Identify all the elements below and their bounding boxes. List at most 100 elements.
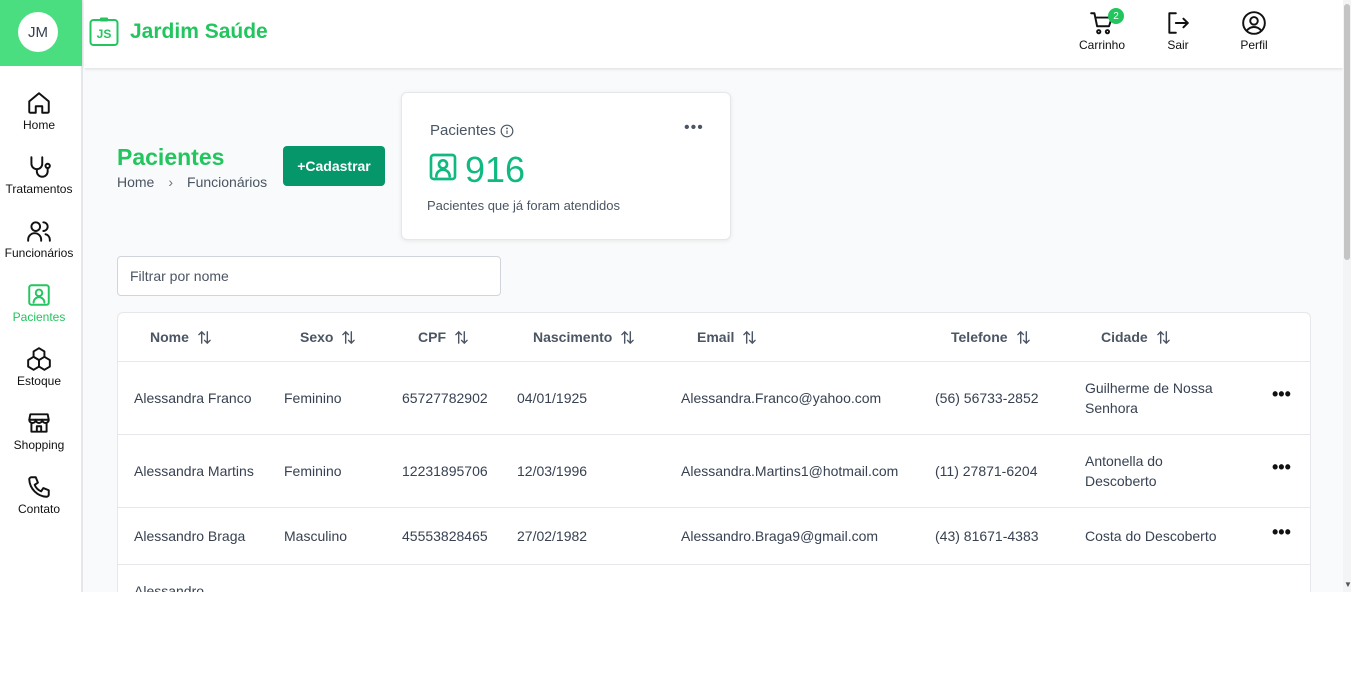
- sidebar-item-contato[interactable]: Contato: [0, 466, 78, 522]
- cart-label: Carrinho: [1078, 38, 1126, 52]
- column-header-label: Nascimento: [533, 329, 613, 345]
- store-icon: [28, 413, 50, 433]
- column-header-label: CPF: [418, 329, 446, 345]
- cell-email: Alessandra.Martins1@hotmail.com: [681, 463, 899, 479]
- sidebar-item-label: Funcionários: [4, 246, 74, 260]
- cell-cidade-line: Antonella do: [1085, 453, 1163, 469]
- cell-sexo: Feminino: [284, 390, 342, 406]
- cell-cidade: Guilherme de Nossa Senhora: [1085, 378, 1213, 418]
- cell-sexo: Masculino: [284, 528, 348, 544]
- stat-value: 916: [465, 149, 526, 190]
- logo-icon[interactable]: JS: [89, 17, 119, 47]
- scrollbar-thumb[interactable]: [1344, 4, 1350, 260]
- boxes-icon: [27, 347, 51, 371]
- sort-icon: [1156, 330, 1170, 344]
- profile-button[interactable]: Perfil: [1224, 10, 1284, 52]
- cell-cpf: 12231895706: [402, 463, 488, 479]
- column-header-cpf[interactable]: CPF: [418, 329, 469, 345]
- cell-email: Alessandro.Braga9@gmail.com: [681, 528, 879, 544]
- avatar-container: JM: [0, 0, 82, 66]
- breadcrumb-current[interactable]: Funcionários: [187, 174, 267, 190]
- cell-cpf: 65727782902: [402, 390, 488, 406]
- stat-card: Pacientes ••• 916 Pacientes que já foram…: [401, 92, 731, 240]
- table-row[interactable]: Alessandra Franco Feminino 65727782902 0…: [118, 362, 1310, 435]
- cell-nascimento: 12/03/1996: [517, 463, 588, 479]
- logout-button[interactable]: Sair: [1148, 10, 1208, 52]
- row-more-options-icon[interactable]: •••: [1272, 457, 1291, 478]
- sidebar-item-estoque[interactable]: Estoque: [0, 338, 78, 394]
- row-more-options-icon[interactable]: •••: [1272, 384, 1291, 405]
- column-header-label: Nome: [150, 329, 189, 345]
- column-header-cidade[interactable]: Cidade: [1101, 329, 1171, 345]
- sidebar-item-label: Home: [22, 118, 55, 132]
- column-header-label: Sexo: [300, 329, 334, 345]
- sidebar-item-label: Estoque: [16, 374, 62, 388]
- cell-nascimento: 27/02/1982: [517, 528, 588, 544]
- sidebar-item-pacientes[interactable]: Pacientes: [0, 274, 78, 330]
- cell-nascimento: 04/01/1925: [517, 390, 588, 406]
- cart-button[interactable]: 2 Carrinho: [1072, 8, 1132, 52]
- patient-card-icon: [429, 153, 457, 181]
- cell-email: Alessandra.Franco@yahoo.com: [681, 390, 882, 406]
- patient-card-icon: [28, 284, 50, 306]
- stat-title-text: Pacientes: [430, 122, 496, 139]
- cadastrar-button[interactable]: +Cadastrar: [283, 146, 385, 186]
- breadcrumb-home[interactable]: Home: [117, 174, 154, 190]
- cell-cidade: Antonella do Descoberto: [1085, 451, 1163, 491]
- cell-sexo: Feminino: [284, 463, 342, 479]
- table-row[interactable]: Alessandro: [118, 565, 1310, 592]
- table-row[interactable]: Alessandro Braga Masculino 45553828465 2…: [118, 508, 1310, 565]
- cell-cidade-line: Descoberto: [1085, 473, 1157, 489]
- logout-icon: [1168, 12, 1189, 34]
- cell-nome: Alessandra Franco: [134, 390, 252, 406]
- profile-label: Perfil: [1240, 38, 1268, 52]
- cell-telefone: (56) 56733-2852: [935, 390, 1039, 406]
- cell-telefone: (43) 81671-4383: [935, 528, 1039, 544]
- table-row[interactable]: Alessandra Martins Feminino 12231895706 …: [118, 435, 1310, 508]
- breadcrumb: Home › Funcionários: [117, 174, 267, 190]
- stat-description: Pacientes que já foram atendidos: [427, 198, 620, 213]
- sidebar-item-label: Pacientes: [12, 310, 66, 324]
- cell-nome: Alessandro: [134, 583, 205, 592]
- sort-icon: [743, 330, 757, 344]
- stat-title: Pacientes: [430, 122, 514, 139]
- top-header: JS Jardim Saúde 2 Carrinho Sair Perfil: [84, 0, 1343, 68]
- column-header-email[interactable]: Email: [697, 329, 757, 345]
- cell-cidade: Costa do Descoberto: [1085, 528, 1217, 544]
- column-header-label: Cidade: [1101, 329, 1148, 345]
- column-header-label: Telefone: [951, 329, 1008, 345]
- column-header-telefone[interactable]: Telefone: [951, 329, 1031, 345]
- column-header-sexo[interactable]: Sexo: [300, 329, 356, 345]
- brand-name[interactable]: Jardim Saúde: [130, 20, 268, 44]
- sidebar-item-funcionarios[interactable]: Funcionários: [0, 210, 78, 266]
- app-viewport: JM Home Tratamentos Funcionários Pacient…: [0, 0, 1351, 592]
- column-header-label: Email: [697, 329, 735, 345]
- cell-cpf: 45553828465: [402, 528, 488, 544]
- sidebar-item-shopping[interactable]: Shopping: [0, 402, 78, 458]
- logo-text: JS: [97, 27, 112, 41]
- column-header-nascimento[interactable]: Nascimento: [533, 329, 635, 345]
- page-title: Pacientes: [117, 144, 225, 170]
- sidebar-item-home[interactable]: Home: [0, 82, 78, 138]
- page-scrollbar[interactable]: ▼: [1343, 0, 1351, 592]
- cell-cidade-line: Senhora: [1085, 400, 1138, 416]
- chevron-right-icon: ›: [168, 174, 174, 190]
- more-options-icon[interactable]: •••: [684, 119, 704, 137]
- info-icon[interactable]: [500, 124, 514, 138]
- users-icon: [27, 221, 51, 242]
- cell-cidade-line: Guilherme de Nossa: [1085, 380, 1213, 396]
- sidebar-item-label: Shopping: [13, 438, 65, 452]
- sidebar-item-tratamentos[interactable]: Tratamentos: [0, 146, 78, 202]
- column-header-nome[interactable]: Nome: [150, 329, 212, 345]
- cell-telefone: (11) 27871-6204: [935, 463, 1038, 479]
- sort-icon: [455, 330, 468, 344]
- scroll-down-arrow-icon[interactable]: ▼: [1344, 580, 1351, 589]
- filter-name-input[interactable]: [117, 256, 501, 296]
- sort-icon: [1016, 330, 1030, 344]
- logout-label: Sair: [1167, 38, 1189, 52]
- sort-icon: [621, 330, 635, 344]
- sort-icon: [342, 330, 356, 344]
- avatar[interactable]: JM: [18, 12, 58, 52]
- home-icon: [28, 92, 50, 114]
- row-more-options-icon[interactable]: •••: [1272, 522, 1291, 543]
